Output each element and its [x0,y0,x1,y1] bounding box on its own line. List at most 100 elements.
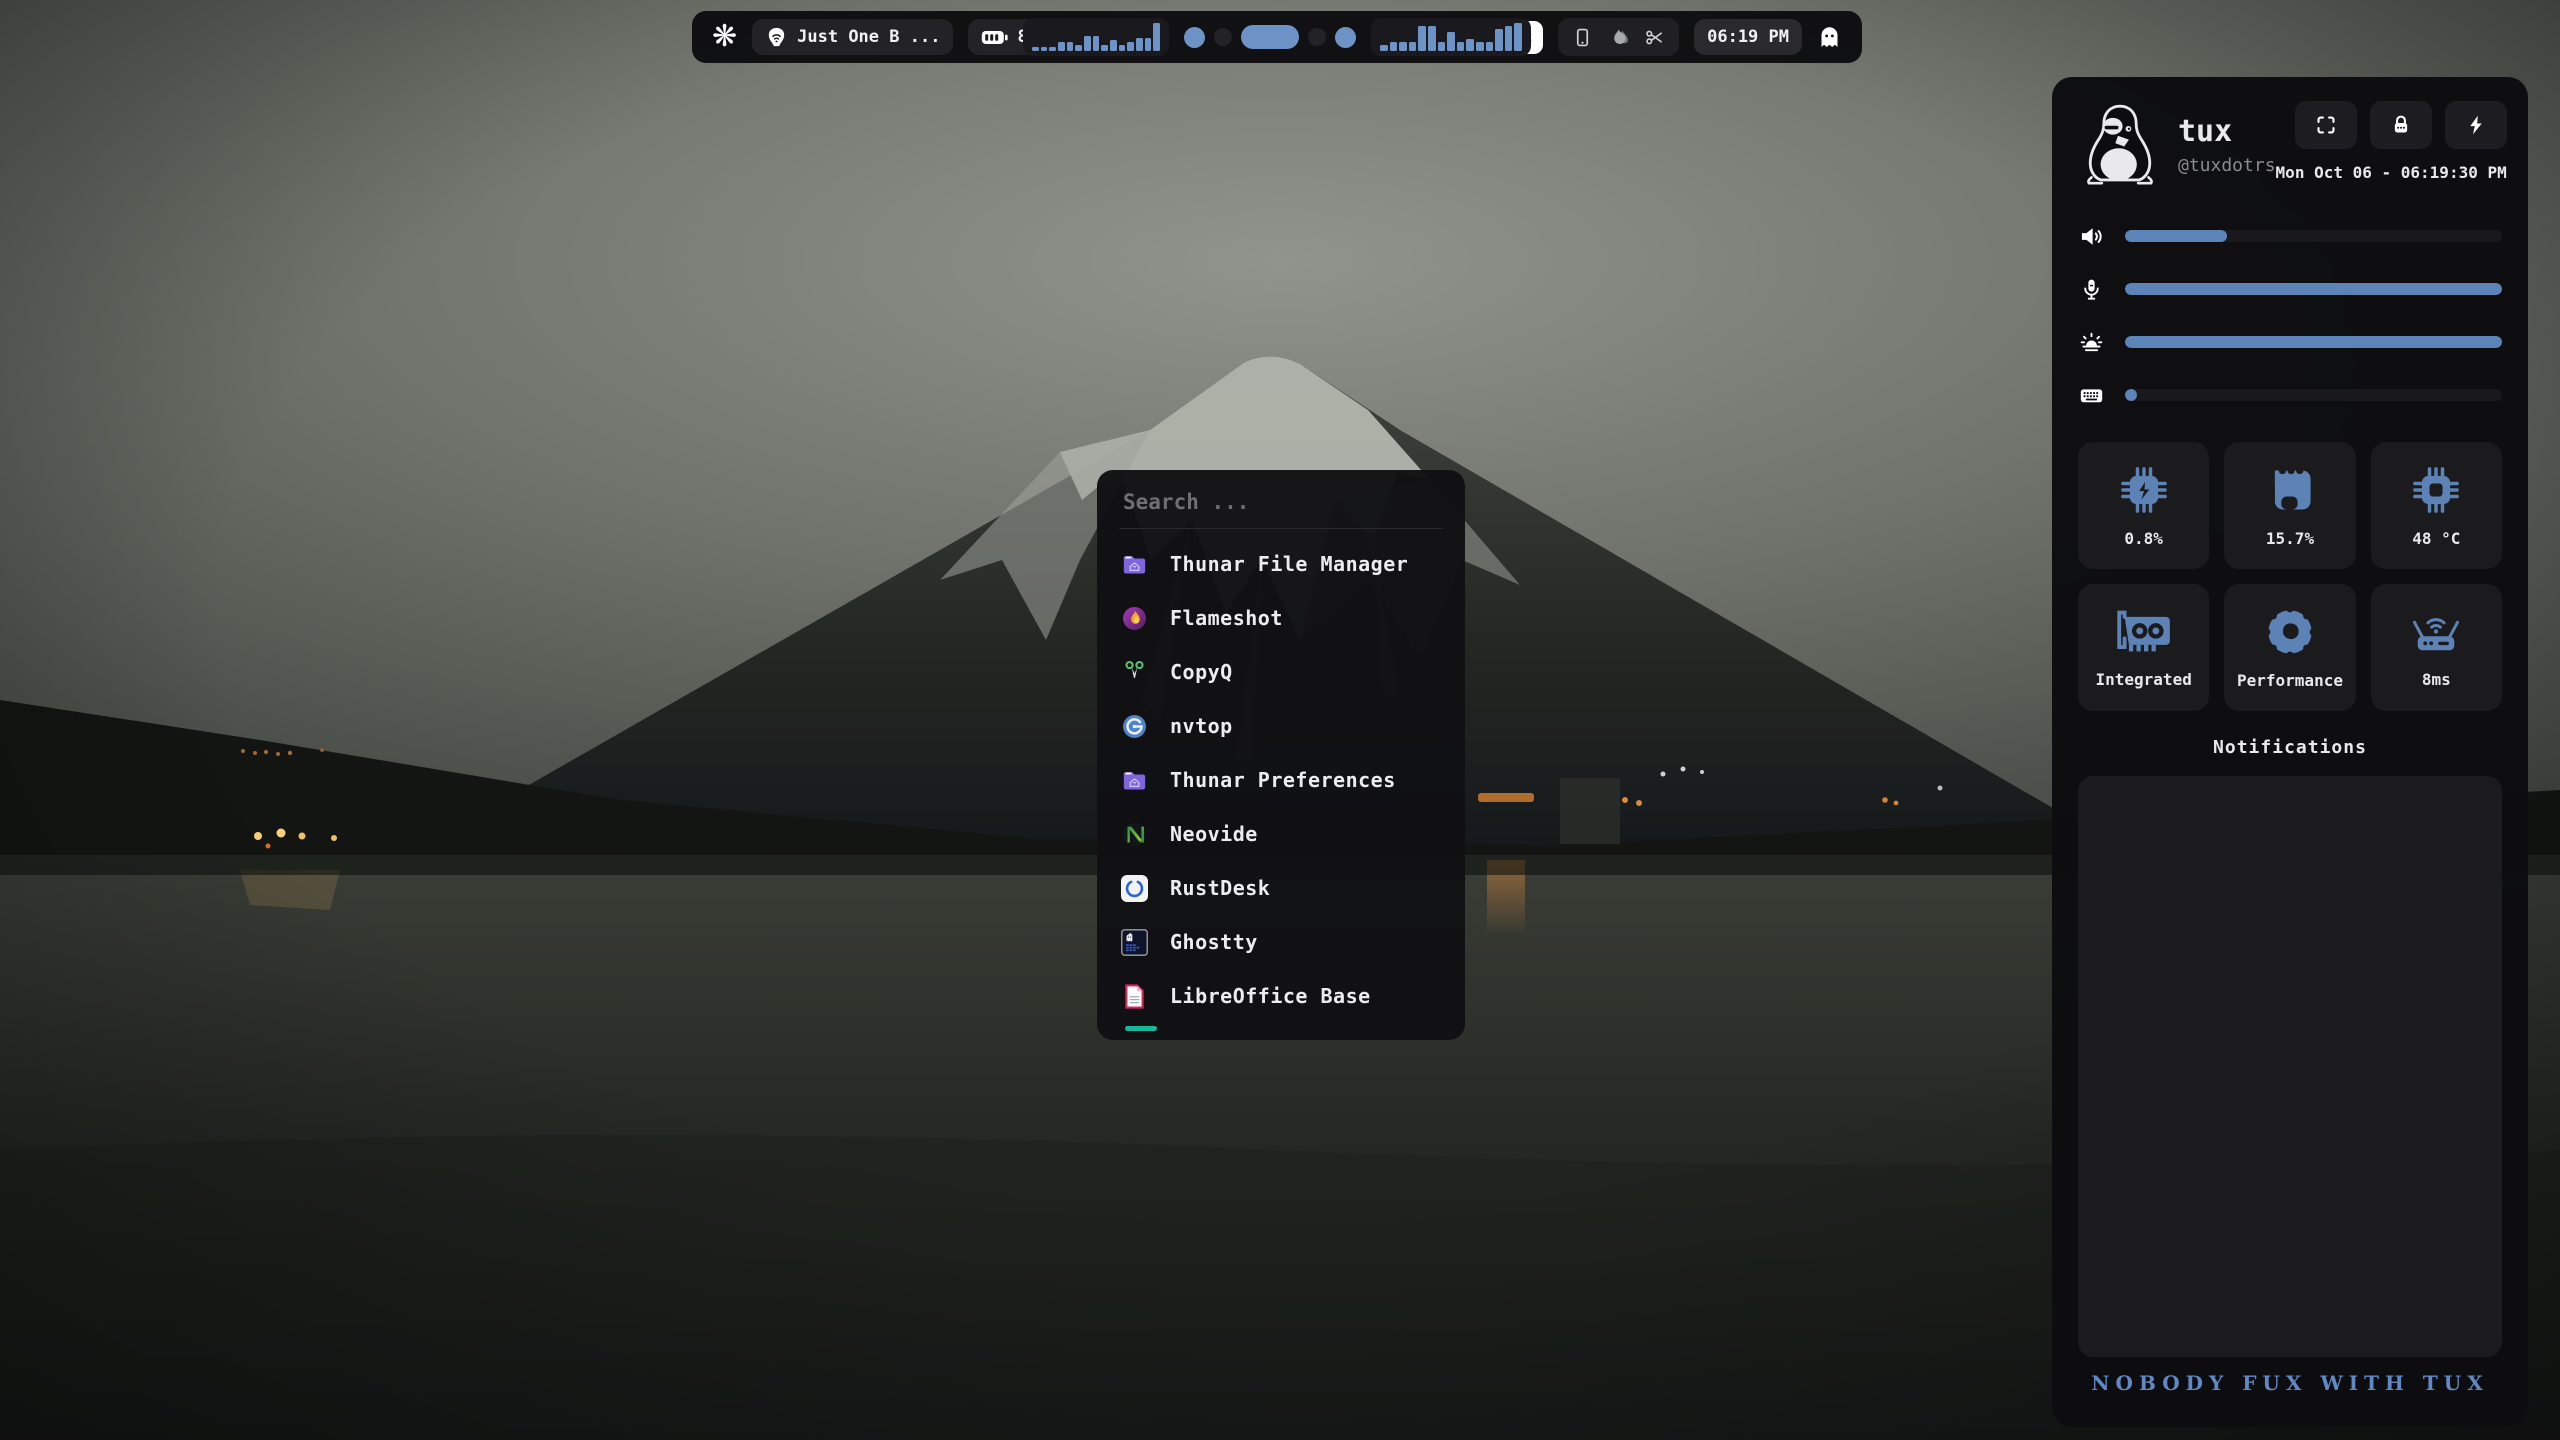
launcher-item-copyq[interactable]: CopyQ [1121,645,1441,699]
graph-bar [1486,42,1494,51]
launcher-item-label: Thunar Preferences [1170,768,1396,792]
graph-bar [1067,42,1074,51]
cpu-load-icon [2118,464,2170,516]
launcher-item-rustdesk[interactable]: RustDesk [1121,861,1441,915]
graph-bar [1390,42,1398,51]
cpu-load-tile[interactable]: 0.8% [2078,442,2209,569]
router-icon [2408,607,2464,657]
brightness-track[interactable] [2125,336,2502,348]
graph-bar [1418,26,1426,51]
graph-bar [1438,42,1446,51]
ghost-icon[interactable] [1817,25,1842,50]
launcher-item-thunar[interactable]: Thunar File Manager [1121,537,1441,591]
workspace-dot-3-active[interactable] [1241,25,1299,49]
graph-bar [1457,42,1465,51]
graph-bar [1101,45,1108,51]
desktop: ❋ Just One B ... 80% 0W [0,0,2560,1440]
launcher-item-thunar-preferences[interactable]: Thunar Preferences [1121,753,1441,807]
power-bolt-icon [2465,114,2487,136]
launcher-item-label: Flameshot [1170,606,1283,630]
launcher-item-label: CopyQ [1170,660,1233,684]
neovide-icon [1121,821,1148,848]
ram-value: 15.7% [2266,529,2314,548]
clock-pill[interactable]: 06:19 PM [1694,19,1802,55]
clock-label: 06:19 PM [1707,27,1789,47]
copyq-icon [1121,659,1148,686]
graph-bar [1380,45,1388,51]
power-button[interactable] [2445,101,2507,149]
flame-icon[interactable] [1608,27,1629,48]
volume-slider[interactable] [2078,223,2502,249]
media-player-pill[interactable]: Just One B ... [752,19,953,55]
gpu-tile[interactable]: Integrated [2078,584,2209,711]
gpu-icon [2116,607,2172,657]
launcher-divider [1119,528,1443,529]
microphone-track[interactable] [2125,283,2502,295]
graph-bar [1075,45,1082,51]
battery-icon [981,30,1008,45]
launcher-item-label: RustDesk [1170,876,1270,900]
launcher-item-partial-icon [1125,1026,1157,1031]
graph-bar [1447,32,1455,51]
network-latency-tile[interactable]: 8ms [2371,584,2502,711]
graph-bar [1409,42,1417,51]
scissors-icon[interactable] [1645,28,1664,47]
launcher-item-neovide[interactable]: Neovide [1121,807,1441,861]
ghostty-icon [1121,929,1148,956]
workspace-dot-5-occupied[interactable] [1335,27,1356,48]
thunar-icon [1121,767,1148,794]
lock-button[interactable] [2370,101,2432,149]
graph-bar [1084,36,1091,51]
graph-bar [1119,45,1126,51]
header-buttons [2295,101,2507,149]
system-graph-right [1371,18,1531,56]
screenshot-icon [2315,114,2337,136]
screenshot-button[interactable] [2295,101,2357,149]
smartphone-icon[interactable] [1573,28,1592,47]
graph-bar [1058,42,1065,51]
launcher-item-flameshot[interactable]: Flameshot [1121,591,1441,645]
network-latency-value: 8ms [2422,670,2451,689]
launcher-item-ghostty[interactable]: Ghostty [1121,915,1441,969]
microphone-icon [2078,276,2105,303]
brightness-icon [2078,329,2105,356]
keyboard-backlight-slider[interactable] [2078,382,2502,408]
side-panel: tux @tuxdotrs Mon Oct 06 - 06:19:30 PM [2052,77,2528,1427]
launcher-item-libreoffice-base[interactable]: LibreOffice Base [1121,969,1441,1023]
top-bar: ❋ Just One B ... 80% 0W [692,11,1862,63]
workspace-dot-2-empty[interactable] [1214,28,1232,46]
microphone-slider[interactable] [2078,276,2502,302]
graph-bar [1476,42,1484,51]
username: tux [2178,114,2276,149]
graph-bar [1127,42,1134,51]
rustdesk-icon [1121,875,1148,902]
keyboard-backlight-track[interactable] [2125,389,2502,401]
workspace-dot-1-occupied[interactable] [1184,27,1205,48]
graph-bar [1428,26,1436,51]
ram-icon [2264,464,2316,516]
libreoffice-base-icon [1121,983,1148,1010]
graph-bar [1495,29,1503,51]
ram-tile[interactable]: 15.7% [2224,442,2355,569]
graph-bar [1041,47,1048,51]
graph-bar [1399,42,1407,51]
launcher-item-label: Thunar File Manager [1170,552,1408,576]
brightness-slider[interactable] [2078,329,2502,355]
cpu-temp-tile[interactable]: 48 °C [2371,442,2502,569]
user-handle: @tuxdotrs [2178,155,2276,176]
bar-center-group [1023,18,1531,56]
cpu-temp-value: 48 °C [2412,529,2460,548]
notifications-empty-box [2078,776,2502,1357]
launcher-item-label: Neovide [1170,822,1258,846]
graph-bar [1093,36,1100,51]
search-input[interactable] [1121,482,1445,528]
workspace-dot-4-empty[interactable] [1308,28,1326,46]
thunar-icon [1121,551,1148,578]
graph-bar [1505,26,1513,51]
tux-avatar [2078,101,2162,189]
snowflake-icon[interactable]: ❋ [712,22,737,52]
power-profile-tile[interactable]: Performance [2224,584,2355,711]
launcher-item-nvtop[interactable]: nvtop [1121,699,1441,753]
volume-track[interactable] [2125,230,2502,242]
graph-bar [1049,47,1056,51]
